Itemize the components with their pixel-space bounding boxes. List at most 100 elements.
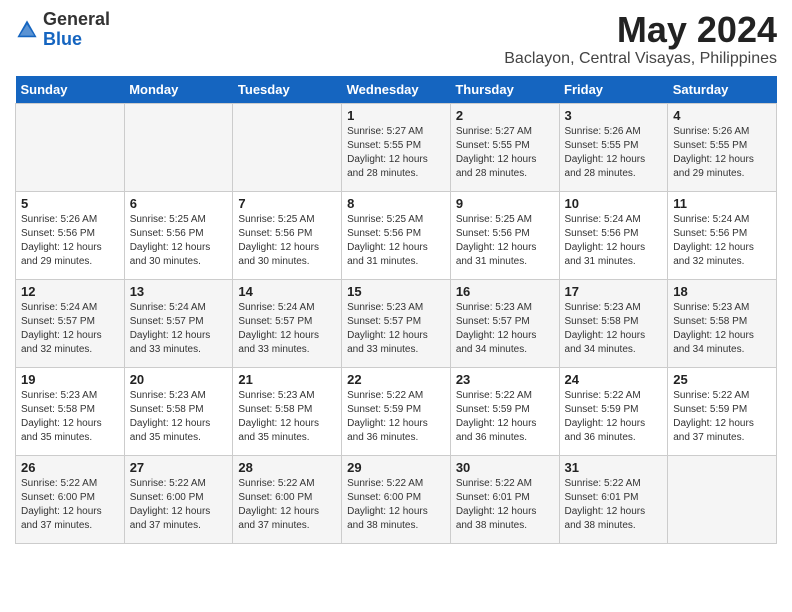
calendar-cell: 14 Sunrise: 5:24 AM Sunset: 5:57 PM Dayli… [233,279,342,367]
day-info: Sunrise: 5:23 AM Sunset: 5:57 PM Dayligh… [456,301,554,357]
day-info: Sunrise: 5:22 AM Sunset: 6:00 PM Dayligh… [238,477,336,533]
day-number: 21 [238,372,336,387]
day-number: 28 [238,460,336,475]
calendar-cell: 22 Sunrise: 5:22 AM Sunset: 5:59 PM Dayli… [342,367,451,455]
day-number: 6 [130,196,228,211]
day-info: Sunrise: 5:22 AM Sunset: 6:01 PM Dayligh… [456,477,554,533]
calendar-cell [233,103,342,191]
day-info: Sunrise: 5:23 AM Sunset: 5:58 PM Dayligh… [673,301,771,357]
calendar-cell: 24Sunrise: 5:22 AM Sunset: 5:59 PM Dayli… [559,367,668,455]
calendar-week-row: 12 Sunrise: 5:24 AM Sunset: 5:57 PM Dayli… [16,279,777,367]
weekday-header: Monday [124,76,233,104]
day-number: 12 [21,284,119,299]
logo-icon [15,18,39,42]
day-info: Sunrise: 5:22 AM Sunset: 6:00 PM Dayligh… [347,477,445,533]
calendar-cell: 28 Sunrise: 5:22 AM Sunset: 6:00 PM Dayli… [233,455,342,543]
calendar-week-row: 1 Sunrise: 5:27 AM Sunset: 5:55 PM Daylig… [16,103,777,191]
day-number: 9 [456,196,554,211]
calendar-cell: 27Sunrise: 5:22 AM Sunset: 6:00 PM Dayli… [124,455,233,543]
day-info: Sunrise: 5:22 AM Sunset: 5:59 PM Dayligh… [673,389,771,445]
day-number: 18 [673,284,771,299]
calendar-cell: 7Sunrise: 5:25 AM Sunset: 5:56 PM Daylig… [233,191,342,279]
day-info: Sunrise: 5:25 AM Sunset: 5:56 PM Dayligh… [347,213,445,269]
day-info: Sunrise: 5:24 AM Sunset: 5:56 PM Dayligh… [565,213,663,269]
calendar-cell: 31 Sunrise: 5:22 AM Sunset: 6:01 PM Dayli… [559,455,668,543]
day-info: Sunrise: 5:24 AM Sunset: 5:57 PM Dayligh… [21,301,119,357]
day-info: Sunrise: 5:24 AM Sunset: 5:57 PM Dayligh… [238,301,336,357]
day-number: 2 [456,108,554,123]
calendar-cell: 21 Sunrise: 5:23 AM Sunset: 5:58 PM Dayli… [233,367,342,455]
logo: General Blue [15,10,110,50]
calendar-week-row: 26Sunrise: 5:22 AM Sunset: 6:00 PM Dayli… [16,455,777,543]
calendar-cell: 17Sunrise: 5:23 AM Sunset: 5:58 PM Dayli… [559,279,668,367]
day-number: 1 [347,108,445,123]
title-area: May 2024 Baclayon, Central Visayas, Phil… [504,10,777,68]
weekday-header: Wednesday [342,76,451,104]
calendar-header: SundayMondayTuesdayWednesdayThursdayFrid… [16,76,777,104]
day-info: Sunrise: 5:22 AM Sunset: 6:00 PM Dayligh… [21,477,119,533]
day-number: 16 [456,284,554,299]
logo-blue-text: Blue [43,29,82,49]
day-number: 17 [565,284,663,299]
day-number: 29 [347,460,445,475]
calendar-week-row: 19 Sunrise: 5:23 AM Sunset: 5:58 PM Dayli… [16,367,777,455]
day-number: 19 [21,372,119,387]
calendar-week-row: 5 Sunrise: 5:26 AM Sunset: 5:56 PM Daylig… [16,191,777,279]
calendar-table: SundayMondayTuesdayWednesdayThursdayFrid… [15,76,777,544]
day-info: Sunrise: 5:23 AM Sunset: 5:58 PM Dayligh… [238,389,336,445]
calendar-cell: 4 Sunrise: 5:26 AM Sunset: 5:55 PM Daylig… [668,103,777,191]
calendar-cell: 6Sunrise: 5:25 AM Sunset: 5:56 PM Daylig… [124,191,233,279]
day-info: Sunrise: 5:22 AM Sunset: 6:01 PM Dayligh… [565,477,663,533]
day-number: 31 [565,460,663,475]
page-header: General Blue May 2024 Baclayon, Central … [15,10,777,68]
calendar-cell: 1 Sunrise: 5:27 AM Sunset: 5:55 PM Daylig… [342,103,451,191]
calendar-cell: 11Sunrise: 5:24 AM Sunset: 5:56 PM Dayli… [668,191,777,279]
day-number: 14 [238,284,336,299]
day-number: 15 [347,284,445,299]
day-info: Sunrise: 5:22 AM Sunset: 5:59 PM Dayligh… [456,389,554,445]
calendar-cell: 8Sunrise: 5:25 AM Sunset: 5:56 PM Daylig… [342,191,451,279]
day-number: 3 [565,108,663,123]
calendar-cell [668,455,777,543]
location-title: Baclayon, Central Visayas, Philippines [504,50,777,68]
calendar-body: 1 Sunrise: 5:27 AM Sunset: 5:55 PM Daylig… [16,103,777,543]
day-number: 4 [673,108,771,123]
day-info: Sunrise: 5:23 AM Sunset: 5:58 PM Dayligh… [130,389,228,445]
calendar-cell [16,103,125,191]
day-info: Sunrise: 5:27 AM Sunset: 5:55 PM Dayligh… [347,125,445,181]
day-number: 10 [565,196,663,211]
day-number: 7 [238,196,336,211]
day-number: 30 [456,460,554,475]
weekday-header: Friday [559,76,668,104]
day-info: Sunrise: 5:26 AM Sunset: 5:56 PM Dayligh… [21,213,119,269]
calendar-cell [124,103,233,191]
calendar-cell: 2Sunrise: 5:27 AM Sunset: 5:55 PM Daylig… [450,103,559,191]
calendar-cell: 18 Sunrise: 5:23 AM Sunset: 5:58 PM Dayli… [668,279,777,367]
calendar-cell: 5 Sunrise: 5:26 AM Sunset: 5:56 PM Daylig… [16,191,125,279]
month-title: May 2024 [504,10,777,50]
calendar-cell: 25Sunrise: 5:22 AM Sunset: 5:59 PM Dayli… [668,367,777,455]
day-number: 22 [347,372,445,387]
day-info: Sunrise: 5:26 AM Sunset: 5:55 PM Dayligh… [673,125,771,181]
day-info: Sunrise: 5:22 AM Sunset: 5:59 PM Dayligh… [565,389,663,445]
calendar-cell: 29 Sunrise: 5:22 AM Sunset: 6:00 PM Dayli… [342,455,451,543]
day-number: 5 [21,196,119,211]
calendar-cell: 12 Sunrise: 5:24 AM Sunset: 5:57 PM Dayli… [16,279,125,367]
calendar-cell: 26Sunrise: 5:22 AM Sunset: 6:00 PM Dayli… [16,455,125,543]
calendar-cell: 20 Sunrise: 5:23 AM Sunset: 5:58 PM Dayli… [124,367,233,455]
day-info: Sunrise: 5:25 AM Sunset: 5:56 PM Dayligh… [456,213,554,269]
calendar-cell: 9 Sunrise: 5:25 AM Sunset: 5:56 PM Daylig… [450,191,559,279]
calendar-cell: 23 Sunrise: 5:22 AM Sunset: 5:59 PM Dayli… [450,367,559,455]
calendar-cell: 13Sunrise: 5:24 AM Sunset: 5:57 PM Dayli… [124,279,233,367]
day-number: 23 [456,372,554,387]
weekday-header: Saturday [668,76,777,104]
day-number: 13 [130,284,228,299]
day-info: Sunrise: 5:22 AM Sunset: 6:00 PM Dayligh… [130,477,228,533]
weekday-header: Tuesday [233,76,342,104]
logo-general-text: General [43,9,110,29]
weekday-header: Thursday [450,76,559,104]
day-number: 20 [130,372,228,387]
header-row: SundayMondayTuesdayWednesdayThursdayFrid… [16,76,777,104]
day-info: Sunrise: 5:22 AM Sunset: 5:59 PM Dayligh… [347,389,445,445]
weekday-header: Sunday [16,76,125,104]
